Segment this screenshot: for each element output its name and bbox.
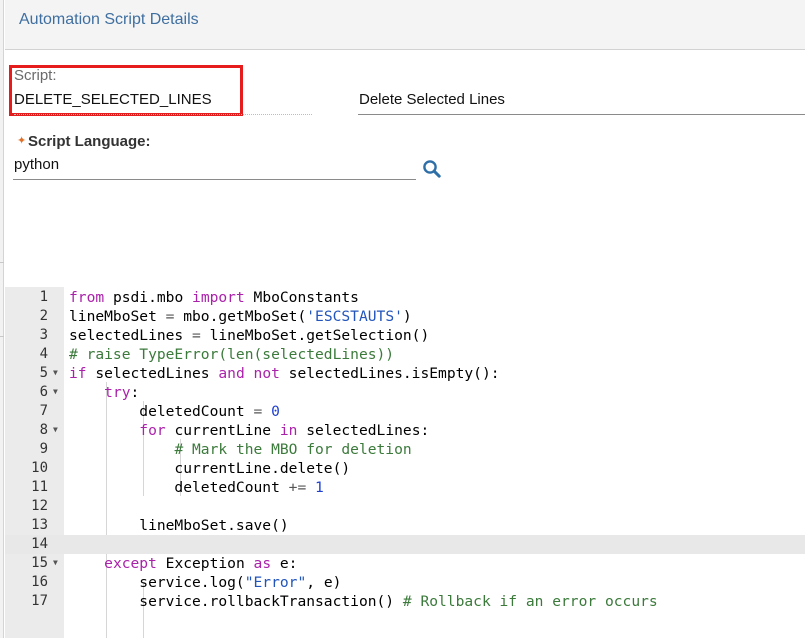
code-text: except Exception as e:	[104, 555, 298, 572]
code-line[interactable]: 14	[5, 535, 805, 554]
code-line[interactable]: 11 deletedCount += 1	[5, 478, 805, 497]
code-line[interactable]: 7 deletedCount = 0	[5, 402, 805, 421]
line-number: 10	[31, 460, 48, 476]
script-name-field[interactable]: DELETE_SELECTED_LINES	[14, 91, 212, 108]
code-text: lineMboSet.save()	[69, 517, 289, 534]
code-line[interactable]: 4 # raise TypeError(len(selectedLines))	[5, 345, 805, 364]
line-number: 4	[39, 346, 48, 362]
code-text: if selectedLines and not selectedLines.i…	[69, 365, 500, 382]
code-text: selectedLines = lineMboSet.getSelection(…	[69, 327, 430, 344]
line-number: 9	[39, 441, 48, 457]
code-line[interactable]: 8 ▼ for currentLine in selectedLines:	[5, 421, 805, 440]
fold-arrow-icon[interactable]: ▼	[53, 385, 58, 399]
code-text: # Mark the MBO for deletion	[174, 441, 412, 458]
line-number: 5	[39, 365, 48, 381]
code-line[interactable]: 6 ▼ try:	[5, 383, 805, 402]
line-number: 12	[31, 498, 48, 514]
code-text: # raise TypeError(len(selectedLines))	[69, 346, 395, 363]
code-line[interactable]: 9 # Mark the MBO for deletion	[5, 440, 805, 459]
code-line[interactable]: 3 selectedLines = lineMboSet.getSelection…	[5, 326, 805, 345]
left-panel-edge	[0, 0, 4, 638]
fold-arrow-icon[interactable]: ▼	[53, 556, 58, 570]
line-number: 11	[31, 479, 48, 495]
line-number: 13	[31, 517, 48, 533]
code-text: currentLine.delete()	[69, 460, 351, 477]
fold-arrow-icon[interactable]: ▼	[53, 366, 58, 380]
code-editor[interactable]: 1 from psdi.mbo import MboConstants 2 lineM…	[5, 287, 805, 638]
line-number: 1	[39, 289, 48, 305]
section-header: Automation Script Details	[5, 0, 805, 50]
code-text: lineMboSet = mbo.getMboSet('ESCSTAUTS')	[69, 308, 412, 325]
search-icon	[423, 160, 441, 178]
line-number: 8	[39, 422, 48, 438]
panel-divider	[0, 336, 4, 337]
script-label: Script:	[14, 67, 57, 84]
line-number: 14	[31, 536, 48, 552]
code-text: from psdi.mbo import MboConstants	[69, 289, 359, 306]
code-line[interactable]: 1 from psdi.mbo import MboConstants	[5, 288, 805, 307]
code-text: service.rollbackTransaction() # Rollback…	[69, 593, 658, 610]
script-field-underline	[14, 114, 312, 115]
line-number: 17	[31, 593, 48, 609]
script-language-underline	[13, 179, 416, 180]
code-line[interactable]: 5 ▼ if selectedLines and not selectedLines…	[5, 364, 805, 383]
fold-arrow-icon[interactable]: ▼	[53, 423, 58, 437]
code-line[interactable]: 2 lineMboSet = mbo.getMboSet('ESCSTAUTS')	[5, 307, 805, 326]
code-text: deletedCount += 1	[69, 479, 324, 496]
description-field[interactable]: Delete Selected Lines	[359, 91, 505, 108]
line-number: 2	[39, 308, 48, 324]
language-lookup-button[interactable]	[421, 158, 443, 180]
code-line[interactable]: 15 ▼ except Exception as e:	[5, 554, 805, 573]
code-line[interactable]: 16 service.log("Error", e)	[5, 573, 805, 592]
required-icon: ✦	[17, 135, 27, 147]
code-text: service.log("Error", e)	[69, 574, 342, 591]
script-language-field[interactable]: python	[14, 156, 59, 173]
code-text: deletedCount = 0	[69, 403, 280, 420]
section-title: Automation Script Details	[19, 11, 199, 28]
line-number: 6	[39, 384, 48, 400]
code-line[interactable]: 13 lineMboSet.save()	[5, 516, 805, 535]
line-number: 3	[39, 327, 48, 343]
description-field-underline	[358, 114, 805, 115]
code-line[interactable]: 10 currentLine.delete()	[5, 459, 805, 478]
code-text: for currentLine in selectedLines:	[139, 422, 430, 439]
code-line[interactable]: 12	[5, 497, 805, 516]
line-number: 16	[31, 574, 48, 590]
script-language-label: Script Language:	[28, 133, 151, 150]
line-number: 15	[31, 555, 48, 571]
panel-divider	[0, 262, 4, 263]
code-line[interactable]: 17 service.rollbackTransaction() # Rollb…	[5, 592, 805, 611]
code-text: try:	[104, 384, 140, 401]
line-number: 7	[39, 403, 48, 419]
